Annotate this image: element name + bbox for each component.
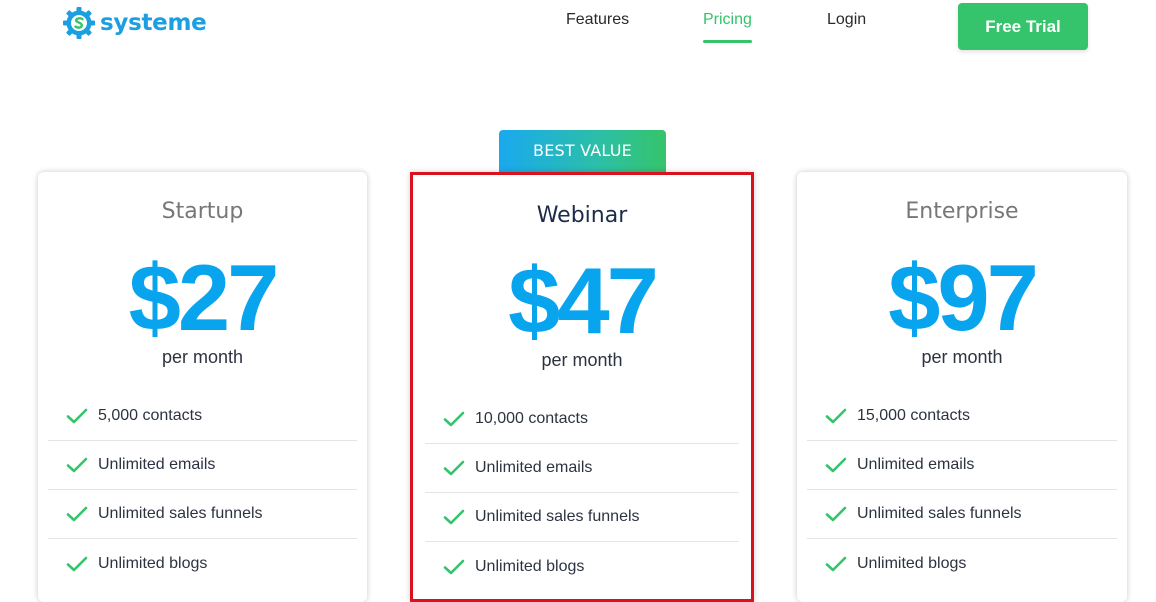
check-icon: [66, 506, 88, 522]
nav-active-underline: [703, 40, 752, 43]
feature-item: Unlimited emails: [48, 441, 357, 490]
plan-price: $47: [508, 248, 659, 353]
plan-name: Startup: [161, 199, 244, 224]
gear-s-logo-icon: [63, 7, 95, 39]
plan-card-startup: Startup $27 per month 5,000 contacts Unl…: [38, 172, 367, 602]
check-icon: [443, 509, 465, 525]
feature-item: Unlimited sales funnels: [48, 490, 357, 539]
check-icon: [66, 408, 88, 424]
plan-name: Webinar: [536, 203, 628, 228]
plan-price: $97: [888, 245, 1039, 350]
check-icon: [66, 556, 88, 571]
plan-period: per month: [161, 347, 244, 367]
check-icon: [443, 460, 465, 476]
check-icon: [443, 411, 465, 427]
plan-period: per month: [921, 347, 1003, 367]
check-icon: [825, 408, 847, 424]
feature-label: Unlimited emails: [857, 456, 975, 473]
check-icon: [825, 506, 847, 522]
best-value-badge: BEST VALUE: [499, 130, 666, 174]
free-trial-button[interactable]: Free Trial: [958, 3, 1088, 50]
brand-logo[interactable]: systeme: [62, 6, 207, 40]
feature-item: Unlimited blogs: [807, 539, 1117, 588]
feature-label: Unlimited blogs: [475, 557, 585, 575]
plan-name: Enterprise: [905, 199, 1019, 224]
feature-item: Unlimited blogs: [425, 542, 739, 591]
nav-link-pricing-label: Pricing: [703, 11, 752, 28]
feature-list: 5,000 contacts Unlimited emails Unlimite…: [48, 392, 357, 588]
feature-label: Unlimited emails: [98, 456, 216, 473]
feature-list: 15,000 contacts Unlimited emails Unlimit…: [807, 392, 1117, 588]
plan-period: per month: [541, 350, 623, 370]
feature-item: 10,000 contacts: [425, 395, 739, 444]
feature-item: Unlimited emails: [425, 444, 739, 493]
feature-item: Unlimited emails: [807, 441, 1117, 490]
feature-label: Unlimited blogs: [98, 554, 208, 572]
check-icon: [66, 457, 88, 473]
feature-item: 5,000 contacts: [48, 392, 357, 441]
plan-card-webinar: Webinar $47 per month 10,000 contacts Un…: [410, 172, 754, 602]
feature-item: Unlimited sales funnels: [425, 493, 739, 542]
feature-label: 15,000 contacts: [857, 407, 970, 424]
brand-name: systeme: [100, 10, 207, 36]
feature-label: 5,000 contacts: [98, 407, 203, 424]
plan-card-enterprise: Enterprise $97 per month 15,000 contacts…: [797, 172, 1127, 602]
check-icon: [443, 559, 465, 574]
check-icon: [825, 457, 847, 473]
feature-item: Unlimited sales funnels: [807, 490, 1117, 539]
feature-list: 10,000 contacts Unlimited emails Unlimit…: [425, 395, 739, 591]
nav-link-login[interactable]: Login: [827, 10, 866, 30]
feature-label: Unlimited sales funnels: [98, 505, 263, 522]
feature-label: Unlimited sales funnels: [857, 505, 1022, 522]
feature-label: Unlimited sales funnels: [475, 508, 640, 525]
feature-label: 10,000 contacts: [475, 410, 588, 427]
feature-item: Unlimited blogs: [48, 539, 357, 588]
plan-price: $27: [128, 245, 280, 350]
nav-link-features[interactable]: Features: [566, 10, 629, 30]
nav-link-pricing[interactable]: Pricing: [703, 10, 752, 43]
feature-label: Unlimited emails: [475, 459, 593, 476]
check-icon: [825, 556, 847, 571]
feature-item: 15,000 contacts: [807, 392, 1117, 441]
feature-label: Unlimited blogs: [857, 554, 967, 572]
